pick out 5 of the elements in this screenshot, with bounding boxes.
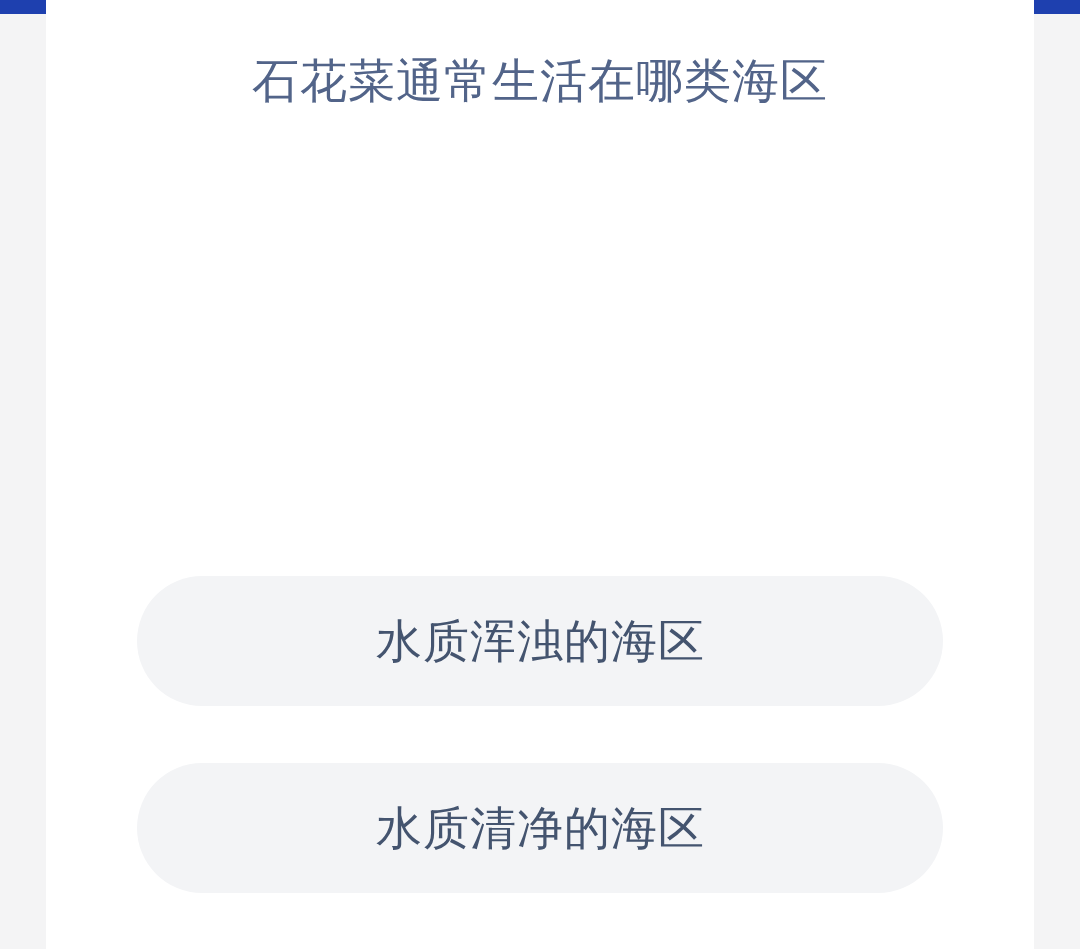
banner-edge	[0, 0, 46, 14]
answer-option[interactable]: 水质清净的海区	[137, 763, 943, 893]
banner-edge	[1034, 0, 1080, 14]
question-text: 石花菜通常生活在哪类海区	[252, 53, 828, 109]
answer-option[interactable]: 水质浑浊的海区	[137, 576, 943, 706]
